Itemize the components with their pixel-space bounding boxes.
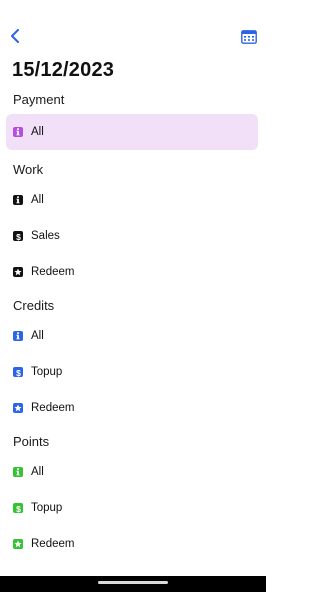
list-item-points-redeem[interactable]: Redeem (6, 526, 258, 562)
top-app-bar (0, 0, 266, 54)
star-icon (13, 539, 23, 549)
calendar-icon (241, 29, 257, 44)
calendar-button[interactable] (240, 27, 258, 45)
list-item-points-all[interactable]: All (6, 454, 258, 490)
page-title: 15/12/2023 (12, 59, 115, 81)
info-icon (13, 331, 23, 341)
list-item-work-sales[interactable]: $ Sales (6, 218, 258, 254)
list-item-work-all[interactable]: All (6, 182, 258, 218)
info-icon (13, 467, 23, 477)
list-item-credits-redeem[interactable]: Redeem (6, 390, 258, 426)
section-title-payment: Payment (13, 92, 65, 107)
filter-list: Payment All Work All $ Sales Redeem Credits All $… (0, 88, 266, 566)
back-button[interactable] (5, 26, 25, 46)
navigation-bar (0, 576, 266, 592)
list-item-credits-all[interactable]: All (6, 318, 258, 354)
section-title-points: Points (13, 434, 50, 449)
section-title-credits: Credits (13, 298, 55, 313)
list-item-label: All (31, 466, 44, 478)
svg-text:$: $ (16, 368, 21, 377)
info-icon (13, 127, 23, 137)
list-item-label: Redeem (31, 266, 75, 278)
list-item-label: All (31, 330, 44, 342)
list-item-label: Topup (31, 502, 63, 514)
list-item-payment-all[interactable]: All (6, 114, 258, 150)
section-title-work: Work (13, 162, 44, 177)
list-item-points-topup[interactable]: $ Topup (6, 490, 258, 526)
list-item-label: Sales (31, 230, 60, 242)
svg-text:$: $ (16, 504, 21, 513)
list-item-work-redeem[interactable]: Redeem (6, 254, 258, 290)
list-item-label: All (31, 126, 44, 138)
list-item-label: Redeem (31, 402, 75, 414)
list-item-credits-topup[interactable]: $ Topup (6, 354, 258, 390)
list-item-label: All (31, 194, 44, 206)
home-indicator[interactable] (98, 581, 168, 584)
star-icon (13, 403, 23, 413)
svg-text:$: $ (16, 232, 21, 241)
chevron-left-icon (11, 29, 19, 43)
dollar-icon: $ (13, 367, 23, 377)
list-item-label: Topup (31, 366, 63, 378)
list-item-label: Redeem (31, 538, 75, 550)
info-icon (13, 195, 23, 205)
dollar-icon: $ (13, 503, 23, 513)
dollar-icon: $ (13, 231, 23, 241)
star-icon (13, 267, 23, 277)
